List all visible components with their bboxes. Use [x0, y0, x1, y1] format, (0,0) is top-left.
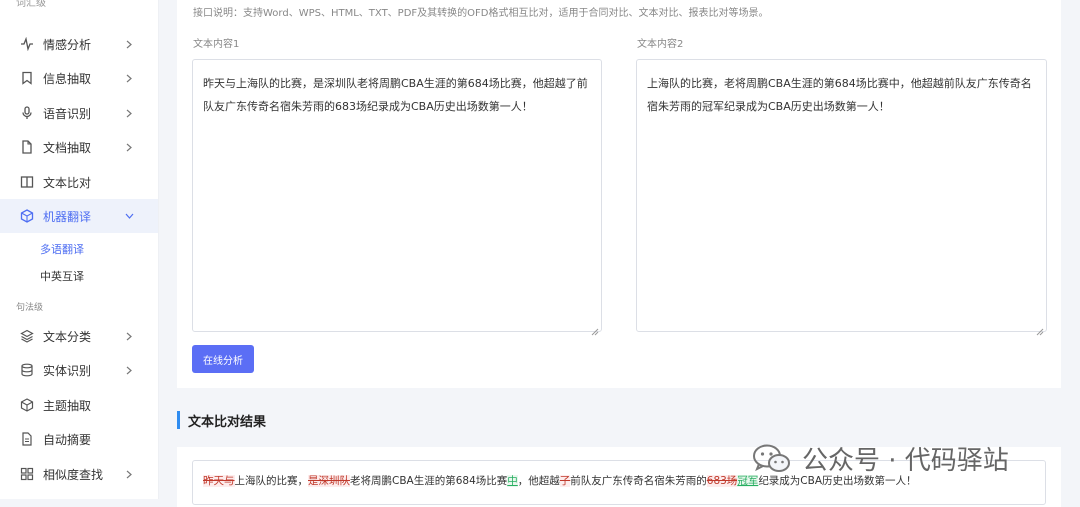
text1-input[interactable]: 昨天与上海队的比赛，是深圳队老将周鹏CBA生涯的第684场比赛，他超越了前队友广… — [192, 59, 602, 336]
sidebar: 词汇级 情感分析 信息抽取 语音识别 文档抽取 文本比对 机器翻译 多语翻译 中… — [0, 0, 159, 499]
chevron-right-icon — [124, 109, 134, 118]
sidebar-item-doc-extract[interactable]: 文档抽取 — [0, 130, 158, 164]
box-icon — [20, 398, 34, 412]
diff-same: 上海队的比赛， — [234, 475, 309, 487]
diff-same: 老将周鹏CBA生涯的第684场比赛 — [350, 475, 508, 487]
sidebar-item-label: 机器翻译 — [43, 209, 92, 224]
grid-icon — [20, 467, 34, 481]
diff-deleted: 是深圳队 — [308, 475, 350, 487]
bookmark-icon — [20, 71, 34, 85]
diff-deleted: 昨天与 — [203, 475, 235, 487]
diff-same: ，他超越 — [517, 475, 560, 487]
sidebar-item-similarity[interactable]: 相似度查找 — [0, 457, 158, 491]
watermark-text: 公众号 · 代码驿站 — [802, 446, 1009, 476]
sidebar-subitem-multilang[interactable]: 多语翻译 — [40, 241, 84, 257]
chevron-right-icon — [124, 143, 134, 152]
sidebar-item-summary[interactable]: 自动摘要 — [0, 422, 158, 456]
text1-value: 昨天与上海队的比赛，是深圳队老将周鹏CBA生涯的第684场比赛，他超越了前队友广… — [203, 77, 588, 113]
chevron-right-icon — [124, 40, 134, 49]
sidebar-subitem-zh-en[interactable]: 中英互译 — [40, 268, 84, 284]
text2-input[interactable]: 上海队的比赛，老将周鹏CBA生涯的第684场比赛中，他超越前队友广东传奇名宿朱芳… — [636, 59, 1047, 336]
resize-handle-icon[interactable] — [591, 321, 599, 336]
analyze-button[interactable]: 在线分析 — [192, 345, 254, 373]
chevron-down-icon — [124, 213, 134, 219]
chevron-right-icon — [124, 366, 134, 375]
result-section-title: 文本比对结果 — [177, 410, 266, 430]
sidebar-item-label: 相似度查找 — [43, 467, 104, 482]
sidebar-item-label: 文本比对 — [43, 175, 92, 190]
microphone-icon — [20, 106, 34, 120]
sidebar-item-topic[interactable]: 主题抽取 — [0, 388, 158, 422]
sidebar-item-machine-translation[interactable]: 机器翻译 — [0, 199, 158, 233]
sidebar-section-label-top: 词汇级 — [16, 0, 46, 9]
sidebar-item-label: 情感分析 — [43, 37, 92, 52]
sidebar-item-label: 语音识别 — [43, 106, 92, 121]
columns-icon — [20, 175, 34, 189]
text2-value: 上海队的比赛，老将周鹏CBA生涯的第684场比赛中，他超越前队友广东传奇名宿朱芳… — [647, 77, 1032, 113]
diff-deleted: 683场 — [706, 475, 738, 487]
sidebar-item-info-extract[interactable]: 信息抽取 — [0, 61, 158, 95]
layers-icon — [20, 329, 34, 343]
title-accent-bar — [177, 411, 180, 429]
text2-label: 文本内容2 — [637, 39, 684, 50]
chevron-right-icon — [124, 74, 134, 83]
cube-icon — [20, 209, 34, 223]
chevron-right-icon — [124, 332, 134, 341]
sidebar-item-label: 自动摘要 — [43, 432, 92, 447]
sidebar-item-label: 主题抽取 — [43, 398, 92, 413]
sidebar-item-entity[interactable]: 实体识别 — [0, 353, 158, 387]
sidebar-item-text-compare[interactable]: 文本比对 — [0, 165, 158, 199]
diff-inserted: 中 — [507, 475, 518, 487]
document-icon — [20, 140, 34, 154]
sidebar-item-label: 信息抽取 — [43, 71, 92, 86]
api-description: 接口说明：支持Word、WPS、HTML、TXT、PDF及其转换的OFD格式相互… — [193, 8, 769, 19]
activity-icon — [20, 37, 34, 51]
sidebar-item-speech[interactable]: 语音识别 — [0, 96, 158, 130]
sidebar-section-label: 句法级 — [16, 303, 44, 313]
sidebar-item-label: 实体识别 — [43, 363, 92, 378]
sidebar-item-label: 文档抽取 — [43, 140, 92, 155]
result-title-text: 文本比对结果 — [188, 414, 267, 430]
resize-handle-icon[interactable] — [1036, 321, 1044, 336]
diff-deleted: 了 — [559, 475, 571, 487]
database-icon — [20, 363, 34, 377]
text1-label: 文本内容1 — [193, 39, 240, 50]
wechat-icon — [753, 444, 790, 472]
file-text-icon — [20, 432, 34, 446]
sidebar-item-label: 文本分类 — [43, 329, 92, 344]
sidebar-item-text-classify[interactable]: 文本分类 — [0, 319, 158, 353]
watermark: 公众号 · 代码驿站 — [752, 440, 1009, 477]
diff-same: 前队友广东传奇名宿朱芳雨的 — [570, 475, 707, 487]
chevron-right-icon — [124, 470, 134, 479]
sidebar-item-sentiment[interactable]: 情感分析 — [0, 27, 158, 61]
